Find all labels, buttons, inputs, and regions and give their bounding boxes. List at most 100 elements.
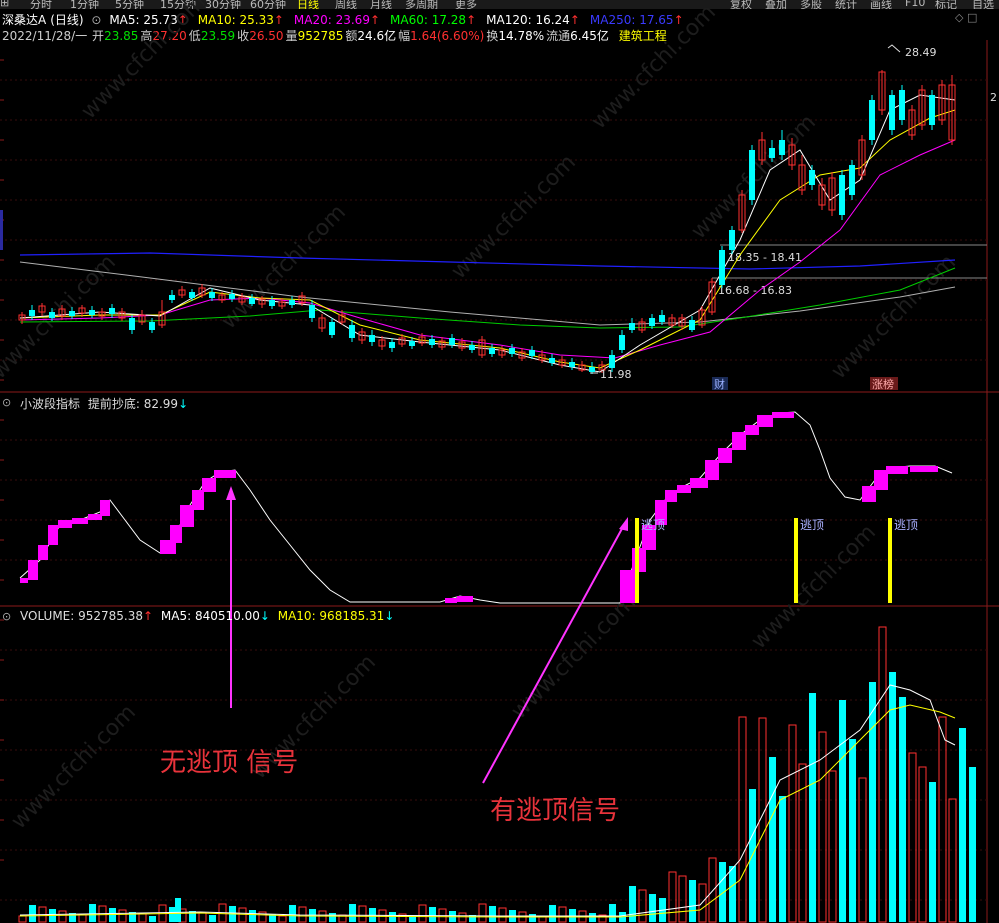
- indicator-step-block: [745, 425, 759, 435]
- annotation-arrow-line: [482, 524, 625, 784]
- top-escape-signal-label: 逃顶: [894, 518, 918, 532]
- volume-bar-down: [779, 796, 786, 922]
- volume-bar-up: [478, 903, 487, 923]
- top-escape-signal-label: 逃顶: [641, 518, 665, 532]
- volume-bar-up: [458, 912, 467, 923]
- volume-bar-down: [389, 912, 396, 922]
- volume-bar-up: [878, 626, 887, 923]
- volume-bar-up: [908, 752, 917, 923]
- volume-bar-down: [329, 913, 336, 922]
- candle-down: [589, 367, 595, 372]
- candle-down: [149, 322, 155, 330]
- volume-bar-up: [708, 857, 717, 923]
- candle-down: [409, 341, 415, 346]
- top-escape-signal-bar: [635, 518, 639, 603]
- volume-bar-down: [549, 905, 556, 922]
- ma60-line: [19, 267, 956, 329]
- watermark-text: www.cfchi.com: [747, 520, 881, 654]
- top-escape-signal-label: 逃顶: [800, 518, 824, 532]
- annotation-arrowhead: [226, 486, 236, 500]
- volume-bar-up: [918, 766, 927, 923]
- volume-bar-down: [729, 866, 736, 922]
- candle-down: [369, 335, 375, 342]
- candle-down: [529, 350, 535, 356]
- indicator-step-block: [705, 460, 719, 480]
- candle-down: [249, 298, 255, 304]
- candle-down: [69, 311, 75, 316]
- indicator-step-block: [445, 598, 457, 603]
- volume-bar-up: [948, 798, 957, 923]
- indicator-step-block: [58, 520, 72, 528]
- top-gainer-badge-label: 涨榜: [872, 377, 894, 391]
- volume-bar-up: [58, 910, 67, 923]
- candle-down: [749, 150, 755, 200]
- watermark-text: www.cfchi.com: [827, 250, 961, 384]
- indicator-title: 小波段指标: [20, 397, 81, 411]
- volume-bar-up: [558, 906, 567, 923]
- volume-bar-up: [238, 907, 247, 923]
- volume-title: VOLUME: 952785.38: [20, 609, 143, 623]
- volume-bar-down: [89, 904, 96, 922]
- volume-bar-down: [149, 916, 156, 922]
- volume-bar-up: [18, 915, 27, 923]
- volume-bar-down: [169, 907, 176, 922]
- indicator-toggle-icon[interactable]: ⊙: [2, 396, 11, 409]
- volume-bar-up: [738, 716, 747, 923]
- indicator-arrow: ↓: [178, 397, 189, 411]
- volume-bar-up: [278, 915, 287, 923]
- volume-bar-down: [869, 682, 876, 922]
- volume-bar-down: [289, 905, 296, 922]
- indicator-step-block: [192, 490, 204, 510]
- volume-bar-up: [638, 889, 647, 923]
- volume-bar-down: [849, 739, 856, 922]
- candle-down: [389, 342, 395, 348]
- candle-down: [469, 345, 475, 350]
- volume-bar-down: [689, 880, 696, 922]
- indicator-step-block: [180, 505, 194, 527]
- indicator-legend: 小波段指标 提前抄底: 82.99↓: [20, 395, 192, 412]
- candle-down: [729, 230, 735, 250]
- volume-ma5-arrow: ↓: [259, 609, 270, 623]
- kline-chart[interactable]: www.cfchi.com www.cfchi.com www.cfchi.com w…: [0, 0, 999, 923]
- volume-bar-down: [249, 910, 256, 922]
- candle-down: [269, 300, 275, 306]
- annotation-arrowhead: [619, 517, 628, 531]
- high-price-label: 28.49: [905, 46, 937, 59]
- watermark-text: www.cfchi.com: [0, 250, 121, 384]
- candle-down: [429, 339, 435, 345]
- high-marker: [887, 44, 901, 53]
- top-escape-signal-bar: [794, 518, 798, 603]
- volume-bar-down: [109, 908, 116, 922]
- volume-bar-up: [698, 883, 707, 923]
- volume-bar-up: [678, 875, 687, 923]
- candle-down: [869, 100, 875, 140]
- volume-bar-up: [418, 904, 427, 923]
- candle-down: [649, 318, 655, 326]
- volume-bar-up: [198, 912, 207, 923]
- right-axis-label: 2: [990, 91, 997, 104]
- volume-bar-down: [349, 904, 356, 922]
- indicator-step-block: [202, 478, 216, 492]
- volume-bar-up: [788, 724, 797, 923]
- indicator-step-block: [28, 560, 38, 580]
- indicator-step-block: [457, 596, 473, 602]
- indicator-step-block: [874, 470, 888, 490]
- candle-down: [689, 320, 695, 330]
- candle-down: [779, 140, 785, 155]
- candle-down: [129, 318, 135, 330]
- volume-ma10-arrow: ↓: [384, 609, 395, 623]
- candle-down: [619, 335, 625, 350]
- candle-down: [809, 170, 815, 185]
- volume-legend: VOLUME: 952785.38↑ MA5: 840510.00↓ MA10:…: [20, 609, 398, 623]
- top-escape-signal-bar: [888, 518, 892, 603]
- volume-bar-up: [828, 770, 837, 923]
- volume-bar-down: [529, 914, 536, 922]
- candle-down: [889, 95, 895, 130]
- volume-bar-down: [769, 757, 776, 922]
- indicator-step-block: [214, 470, 236, 478]
- indicator-step-block: [665, 490, 677, 502]
- volume-ma10: MA10: 968185.31: [277, 609, 385, 623]
- candle-down: [209, 292, 215, 298]
- volume-toggle-icon[interactable]: ⊙: [2, 610, 11, 623]
- candle-down: [189, 292, 195, 298]
